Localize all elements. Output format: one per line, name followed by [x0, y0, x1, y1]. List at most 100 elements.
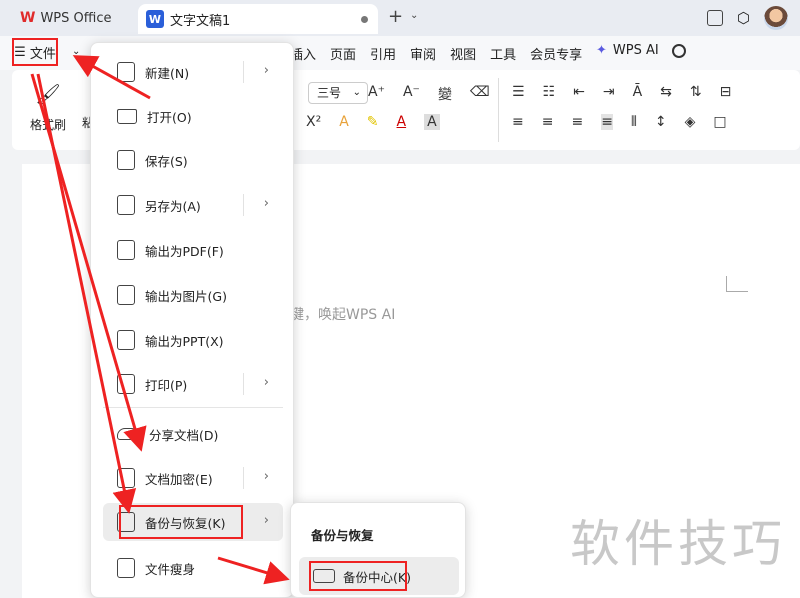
increase-indent-icon[interactable]: ⇥ [603, 84, 615, 100]
brush-icon: 🖌 [35, 82, 61, 106]
tab-tools[interactable]: 工具 [490, 44, 516, 63]
menu-item-label: 文档加密(E) [145, 471, 213, 487]
pdf-icon [117, 240, 135, 260]
submenu-title: 备份与恢复 [311, 528, 374, 543]
menu-item-label: 打开(O) [147, 109, 192, 125]
menu-item-label: 输出为PPT(X) [145, 333, 224, 349]
align-right-icon[interactable]: ≡ [571, 114, 583, 130]
titlebar-right-controls: ⬡ [706, 6, 788, 30]
tab-member[interactable]: 会员专享 [530, 44, 582, 63]
ribbon-divider [498, 78, 499, 142]
font-size-select[interactable]: 三号 ⌄ [308, 82, 368, 104]
tab-reference[interactable]: 引用 [370, 44, 396, 63]
show-marks-icon[interactable]: ⊟ [720, 84, 732, 100]
watermark-text: 软件技巧 [570, 515, 786, 573]
new-tab-button[interactable]: + [388, 6, 403, 27]
tab-review[interactable]: 审阅 [410, 44, 436, 63]
font-size-value: 三号 [317, 86, 342, 100]
highlighter-icon[interactable]: ✎ [367, 114, 379, 130]
phonetic-icon[interactable]: 變 [438, 84, 452, 104]
font-color-icon[interactable]: A [397, 114, 407, 130]
wps-ai-button[interactable]: ✦ WPS AI [596, 43, 659, 58]
chevron-right-icon[interactable]: › [264, 513, 269, 528]
paragraph-controls-row2: ≡ ≡ ≡ ≡ ⫴ ↕ ◈ □ [512, 114, 727, 130]
shrink-font-icon[interactable]: A⁻ [403, 84, 420, 104]
align-center-icon[interactable]: ≡ [542, 114, 554, 130]
menu-item-open[interactable]: 打开(O) [103, 97, 283, 135]
cube-icon[interactable]: ⬡ [737, 9, 750, 27]
window-restore-icon[interactable] [706, 10, 723, 26]
menu-item-export-pdf[interactable]: 输出为PDF(F) [103, 231, 283, 269]
menu-item-label: 分享文档(D) [149, 427, 219, 443]
chevron-right-icon[interactable]: › [264, 375, 269, 390]
menu-item-print[interactable]: 打印(P) › [103, 365, 283, 403]
title-bar: W WPS Office W 文字文稿1 + ⌄ ⬡ [0, 0, 800, 36]
bullet-list-icon[interactable]: ☰ [512, 84, 525, 100]
print-icon [117, 374, 135, 394]
file-menu-button[interactable]: ☰ 文件 [12, 38, 58, 66]
avatar[interactable] [764, 6, 788, 30]
menu-item-save[interactable]: 保存(S) [103, 141, 283, 179]
chevron-right-icon[interactable]: › [264, 469, 269, 484]
font-controls-row1: A⁺ A⁻ 變 ⌫ [368, 84, 490, 104]
chevron-down-icon[interactable]: ⌄ [72, 46, 80, 57]
menu-item-share[interactable]: 分享文档(D) [103, 415, 283, 453]
home-tab[interactable]: W WPS Office [8, 4, 132, 32]
justify-icon[interactable]: ≡ [601, 114, 613, 130]
menu-item-label: 另存为(A) [145, 198, 201, 214]
menu-item-save-as[interactable]: 另存为(A) › [103, 186, 283, 224]
shading-icon[interactable]: ◈ [685, 114, 696, 130]
ai-hint-placeholder: 键，唤起WPS AI [290, 307, 396, 323]
chevron-down-icon: ⌄ [352, 87, 361, 98]
border-icon[interactable]: □ [713, 114, 726, 130]
menu-divider [103, 407, 283, 408]
grow-font-icon[interactable]: A⁺ [368, 84, 385, 104]
tab-page[interactable]: 页面 [330, 44, 356, 63]
save-icon [117, 150, 135, 170]
chevron-down-icon[interactable]: ⌄ [410, 10, 418, 21]
image-icon [117, 285, 135, 305]
wps-logo-icon: W [20, 10, 35, 26]
menu-tabs: 插入 页面 引用 审阅 视图 工具 会员专享 [290, 44, 582, 63]
text-effect-icon[interactable]: A [339, 114, 349, 130]
file-dropdown-menu: 新建(N) › 打开(O) 保存(S) 另存为(A) › 输出为PDF(F) 输… [90, 42, 294, 598]
tab-view[interactable]: 视图 [450, 44, 476, 63]
lock-doc-icon [117, 468, 135, 488]
menu-item-slim[interactable]: 文件瘦身 [103, 549, 283, 587]
superscript-icon[interactable]: X² [306, 114, 321, 130]
decrease-indent-icon[interactable]: ⇤ [573, 84, 585, 100]
chevron-right-icon[interactable]: › [264, 196, 269, 211]
divider [243, 61, 244, 83]
sort-icon[interactable]: ⇅ [690, 84, 702, 100]
eraser-icon[interactable]: ⌫ [470, 84, 490, 104]
numbered-list-icon[interactable]: ☷ [543, 84, 556, 100]
char-shading-icon[interactable]: A [424, 114, 440, 130]
chevron-right-icon[interactable]: › [264, 63, 269, 78]
align-left-icon[interactable]: ≡ [512, 114, 524, 130]
menu-item-label: 打印(P) [145, 377, 188, 393]
line-spacing-icon[interactable]: ↕ [655, 114, 667, 130]
menu-item-export-image[interactable]: 输出为图片(G) [103, 276, 283, 314]
document-tab[interactable]: W 文字文稿1 [138, 4, 378, 34]
share-cloud-icon [117, 428, 139, 440]
menu-item-encrypt[interactable]: 文档加密(E) › [103, 459, 283, 497]
backup-submenu: 备份与恢复 备份中心(K) [290, 502, 466, 598]
distributed-icon[interactable]: ⫴ [631, 114, 637, 130]
menu-item-export-ppt[interactable]: 输出为PPT(X) [103, 321, 283, 359]
ppt-icon [117, 330, 135, 350]
file-menu-label: 文件 [29, 46, 56, 62]
wps-ai-label: WPS AI [612, 43, 659, 58]
writer-doc-icon: W [146, 10, 164, 28]
case-icon[interactable]: Ā [633, 84, 643, 100]
paragraph-controls-row1: ☰ ☷ ⇤ ⇥ Ā ⇆ ⇅ ⊟ [512, 84, 731, 100]
slim-icon [117, 558, 135, 578]
format-painter-label: 格式刷 [30, 118, 67, 132]
menu-item-new[interactable]: 新建(N) › [103, 53, 283, 91]
text-direction-icon[interactable]: ⇆ [660, 84, 672, 100]
search-icon[interactable] [672, 44, 686, 58]
wps-ai-icon: ✦ [596, 43, 607, 58]
format-painter-button[interactable]: 🖌 格式刷 [30, 82, 66, 133]
document-tab-title: 文字文稿1 [170, 13, 231, 29]
new-doc-icon [117, 62, 135, 82]
unsaved-dot-icon[interactable] [361, 15, 368, 23]
